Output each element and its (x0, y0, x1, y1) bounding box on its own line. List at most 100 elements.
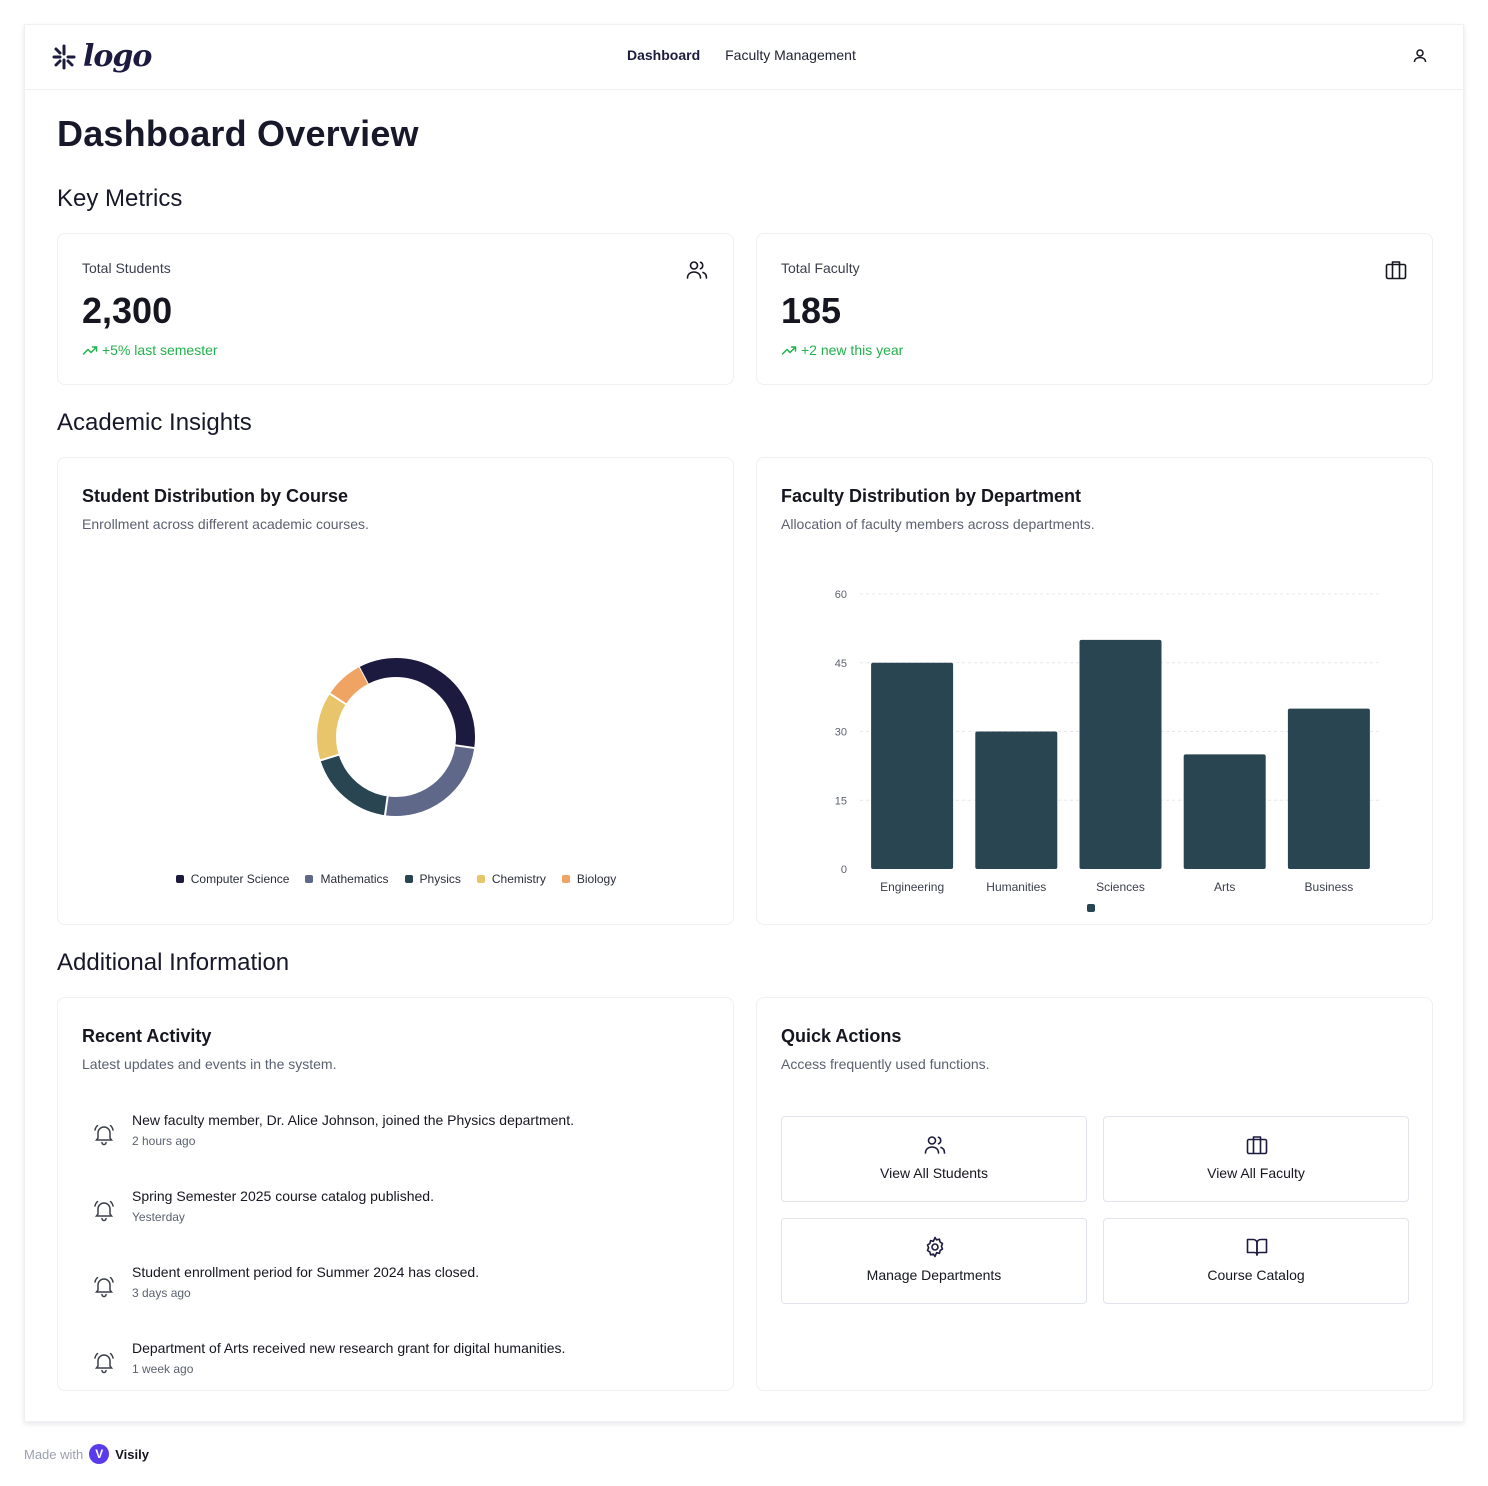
legend-swatch (305, 875, 314, 883)
x-tick-label: Arts (1214, 880, 1235, 894)
logo-text: logo (83, 39, 152, 74)
card-title: Faculty Distribution by Department (781, 486, 1082, 506)
course-catalog-button[interactable]: Course Catalog (1103, 1218, 1409, 1304)
x-tick-label: Humanities (986, 880, 1046, 894)
users-icon (686, 261, 708, 279)
logo[interactable]: logo (51, 39, 152, 74)
top-header: logo Dashboard Faculty Management (25, 25, 1465, 90)
activity-text: Spring Semester 2025 course catalog publ… (132, 1188, 434, 1204)
legend-label: Physics (419, 872, 461, 886)
briefcase-icon (1385, 261, 1407, 280)
bar-humanities[interactable] (975, 731, 1058, 870)
chart-legend: Computer Science Mathematics Physics Chemis… (58, 872, 734, 886)
donut-chart (311, 658, 484, 825)
metric-value: 2,300 (82, 290, 173, 331)
card-title: Quick Actions (781, 1026, 902, 1046)
bar-sciences[interactable] (1079, 639, 1162, 869)
made-with-badge[interactable]: Made with V Visily (24, 1444, 149, 1464)
visily-brand: Visily (115, 1446, 149, 1462)
activity-item: Spring Semester 2025 course catalog publ… (82, 1188, 702, 1224)
donut-slice-physics[interactable] (320, 754, 389, 816)
activity-item: Student enrollment period for Summer 202… (82, 1264, 702, 1300)
legend-swatch (175, 875, 184, 883)
button-label: Course Catalog (1207, 1267, 1305, 1283)
legend-item[interactable]: Physics (404, 872, 461, 886)
metric-trend: +5% last semester (82, 342, 218, 358)
bar-business[interactable] (1287, 708, 1370, 869)
activity-time: Yesterday (132, 1210, 185, 1224)
activity-item: New faculty member, Dr. Alice Johnson, j… (82, 1112, 702, 1148)
x-tick-label: Engineering (880, 880, 944, 894)
activity-text: Student enrollment period for Summer 202… (132, 1264, 480, 1280)
legend-swatch (561, 875, 570, 883)
bar-engineering[interactable] (871, 662, 954, 869)
gear-icon (926, 1236, 944, 1258)
briefcase-icon (1246, 1136, 1268, 1155)
made-with-text: Made with (24, 1446, 84, 1462)
legend-item[interactable]: Biology (561, 872, 617, 886)
button-label: View All Faculty (1207, 1165, 1305, 1181)
x-tick-label: Sciences (1096, 880, 1145, 894)
card-subtitle: Allocation of faculty members across dep… (781, 516, 1095, 532)
activity-time: 2 hours ago (132, 1134, 196, 1148)
bell-icon (94, 1352, 114, 1374)
student-distribution-card: Student Distribution by Course Enrollmen… (57, 457, 734, 925)
legend-swatch[interactable] (1087, 904, 1095, 912)
y-tick-label: 0 (841, 864, 847, 876)
metric-trend-text: +5% last semester (102, 342, 218, 358)
legend-label: Computer Science (190, 872, 290, 886)
quick-actions-card: Quick Actions Access frequently used fun… (756, 997, 1433, 1391)
button-label: Manage Departments (866, 1267, 1002, 1283)
metric-value: 185 (781, 290, 842, 331)
app-frame: logo Dashboard Faculty Management Dashbo… (24, 24, 1465, 1422)
card-title: Recent Activity (82, 1026, 212, 1046)
section-key-metrics: Key Metrics (57, 185, 183, 212)
bar-chart: 0 15 30 45 60 Engineering Humanities Sciences Ar… (835, 589, 1381, 912)
activity-time: 1 week ago (132, 1362, 194, 1376)
card-subtitle: Access frequently used functions. (781, 1056, 990, 1072)
x-tick-label: Business (1305, 880, 1354, 894)
donut-slice-chemistry[interactable] (317, 693, 347, 761)
legend-label: Chemistry (491, 872, 546, 886)
manage-departments-button[interactable]: Manage Departments (781, 1218, 1087, 1304)
legend-swatch (404, 875, 413, 883)
view-all-students-button[interactable]: View All Students (781, 1116, 1087, 1202)
metric-label: Total Students (82, 260, 171, 276)
legend-item[interactable]: Mathematics (305, 872, 389, 886)
trending-up-icon (82, 346, 98, 355)
faculty-distribution-card: Faculty Distribution by Department Alloc… (756, 457, 1433, 925)
visily-logo-icon: V (89, 1444, 110, 1464)
section-academic-insights: Academic Insights (57, 409, 252, 436)
metric-trend-text: +2 new this year (801, 342, 904, 358)
y-tick-label: 45 (835, 658, 847, 670)
users-icon (924, 1136, 946, 1154)
legend-item[interactable]: Computer Science (175, 872, 290, 886)
bell-icon (94, 1276, 114, 1298)
nav-faculty-management[interactable]: Faculty Management (725, 47, 856, 63)
legend-label: Biology (576, 872, 617, 886)
user-icon[interactable] (1411, 47, 1429, 65)
donut-slice-biology[interactable] (329, 667, 369, 705)
view-all-faculty-button[interactable]: View All Faculty (1103, 1116, 1409, 1202)
donut-slice-mathematics[interactable] (385, 744, 475, 816)
card-subtitle: Latest updates and events in the system. (82, 1056, 337, 1072)
section-additional-information: Additional Information (57, 949, 290, 976)
page-title: Dashboard Overview (57, 113, 419, 154)
legend-item[interactable]: Chemistry (476, 872, 546, 886)
logo-mark-icon (52, 44, 76, 69)
book-open-icon (1246, 1238, 1268, 1256)
activity-time: 3 days ago (132, 1286, 191, 1300)
legend-swatch (476, 875, 485, 883)
activity-text: New faculty member, Dr. Alice Johnson, j… (132, 1112, 574, 1128)
activity-item: Department of Arts received new research… (82, 1340, 702, 1376)
trending-up-icon (781, 346, 797, 355)
donut-slice-computer-science[interactable] (358, 658, 475, 748)
y-tick-label: 30 (835, 727, 847, 739)
nav-dashboard[interactable]: Dashboard (627, 47, 700, 63)
bar-arts[interactable] (1183, 754, 1266, 869)
button-label: View All Students (880, 1165, 988, 1181)
bell-icon (94, 1124, 114, 1146)
metric-label: Total Faculty (781, 260, 860, 276)
y-tick-label: 15 (835, 795, 847, 807)
legend-label: Mathematics (320, 872, 389, 886)
